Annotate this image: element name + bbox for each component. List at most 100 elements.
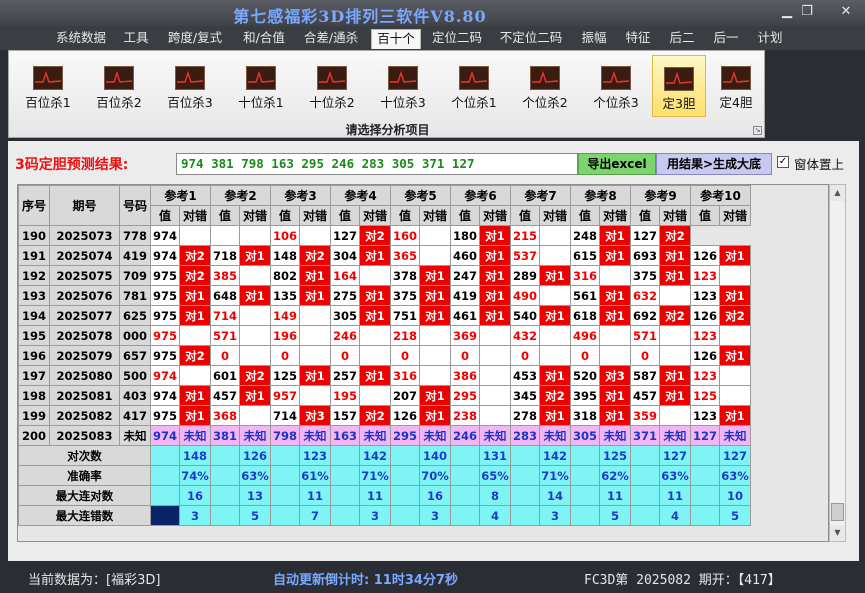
menu-sum[interactable]: 和/合值 [236, 29, 292, 49]
cell-value: 0 [390, 345, 420, 366]
export-excel-button[interactable]: 导出excel [578, 153, 656, 175]
stats-value: 61% [299, 465, 331, 486]
stats-value: 140 [419, 445, 451, 466]
stats-value: 131 [479, 445, 511, 466]
vertical-scrollbar[interactable]: ▲ ▼ [829, 184, 846, 542]
stats-spacer [570, 505, 600, 526]
menu-hundreds-tens-units[interactable]: 百十个 [371, 29, 421, 49]
cell-check: 对1 [539, 305, 571, 326]
header-group-5: 参考5 [390, 185, 451, 206]
menu-diff-kill[interactable]: 合差/通杀 [298, 29, 364, 49]
cell-value: 537 [510, 245, 540, 266]
scroll-down-icon[interactable]: ▼ [830, 525, 845, 541]
row-seq: 199 [18, 405, 50, 426]
row-number: 709 [119, 265, 151, 286]
cell-value: 975 [150, 285, 180, 306]
ribbon-hundreds-kill-1[interactable]: 百位杀1 [16, 55, 80, 117]
ribbon-units-kill-3[interactable]: 个位杀3 [584, 55, 648, 117]
cell-value: 457 [210, 385, 240, 406]
table-row[interactable]: 199 2025082 417 975 对1 368 714 对3 157 对2 126 对1 238 2… [18, 405, 751, 426]
stats-row: 准确率 74% 63% 61% 71% 70% 65% 71% 62% 63% 63% [18, 465, 751, 486]
ribbon-tens-kill-1[interactable]: 十位杀1 [229, 55, 293, 117]
cell-check [239, 265, 271, 286]
stats-value: 74% [179, 465, 211, 486]
cell-value: 0 [570, 345, 600, 366]
ribbon-units-kill-2[interactable]: 个位杀2 [513, 55, 577, 117]
table-row[interactable]: 198 2025081 403 974 对1 457 对1 957 195 207 对1 295 345… [18, 385, 751, 406]
cell-value: 975 [150, 265, 180, 286]
row-seq: 190 [18, 225, 50, 246]
scroll-up-icon[interactable]: ▲ [830, 185, 845, 201]
header-check: 对错 [539, 205, 571, 226]
table-row[interactable]: 191 2025074 419 974 对2 718 对1 148 对2 304 对1 365 460 对… [18, 245, 751, 266]
row-seq: 191 [18, 245, 50, 266]
ribbon-tens-kill-3[interactable]: 十位杀3 [371, 55, 435, 117]
cell-value: 123 [690, 365, 720, 386]
table-row[interactable]: 195 2025078 000 975 571 196 246 218 369 432 496 571… [18, 325, 751, 346]
table-row[interactable]: 193 2025076 781 975 对1 648 对1 135 对1 275 对1 375 对1 41… [18, 285, 751, 306]
minimize-icon[interactable]: ▁ [777, 4, 797, 20]
prediction-label: 3码定胆预测结果: [15, 157, 129, 173]
cell-value: 127 [690, 425, 720, 446]
menu-plan[interactable]: 计划 [752, 29, 788, 49]
prediction-result-field[interactable]: 974 381 798 163 295 246 283 305 371 127 [176, 153, 578, 175]
menu-span-compound[interactable]: 跨度/复式 [160, 29, 230, 49]
ribbon-launcher-icon[interactable]: ↘ [753, 126, 762, 135]
menu-tools[interactable]: 工具 [118, 29, 154, 49]
header-value: 值 [270, 205, 300, 226]
cell-value: 123 [690, 325, 720, 346]
cell-check: 未知 [359, 425, 391, 446]
cell-value: 571 [210, 325, 240, 346]
table-row[interactable]: 196 2025079 657 975 对2 0 0 0 0 0 0 0 0 126 对1 [18, 345, 751, 366]
menu-features[interactable]: 特征 [620, 29, 656, 49]
table-row[interactable]: 192 2025075 709 975 对2 385 802 对1 164 378 对1 247 对1 2… [18, 265, 751, 286]
maximize-icon[interactable]: ❐ [797, 4, 817, 20]
cell-check: 未知 [599, 425, 631, 446]
ribbon-fix-4-gall[interactable]: 定4胆 [709, 55, 763, 117]
cell-check [719, 385, 751, 406]
row-number: 625 [119, 305, 151, 326]
menu-position-two[interactable]: 定位二码 [428, 29, 486, 49]
menu-system-data[interactable]: 系统数据 [48, 29, 114, 49]
ribbon-fix-3-gall[interactable]: 定3胆 [652, 55, 706, 117]
cell-check: 对1 [479, 285, 511, 306]
ribbon-tens-kill-2[interactable]: 十位杀2 [300, 55, 364, 117]
cell-value: 693 [630, 245, 660, 266]
window-on-top-checkbox[interactable]: ✓ [777, 156, 789, 168]
title-bar: 第七感福彩3D排列三软件V8.80 ▁ ❐ ✕ [0, 0, 865, 26]
scroll-thumb[interactable] [831, 503, 844, 521]
stats-spacer [390, 485, 420, 506]
table-row[interactable]: 194 2025077 625 975 对1 714 149 305 对1 751 对1 461 对1 5… [18, 305, 751, 326]
ribbon-units-kill-1[interactable]: 个位杀1 [442, 55, 506, 117]
cell-value: 601 [210, 365, 240, 386]
close-icon[interactable]: ✕ [836, 4, 856, 20]
cell-check: 对3 [299, 405, 331, 426]
current-data-status: 当前数据为：[福彩3D] [28, 573, 161, 588]
chart-icon [664, 67, 694, 91]
cell-check [479, 385, 511, 406]
menu-last-one[interactable]: 后一 [708, 29, 744, 49]
menu-nonposition-two[interactable]: 不定位二码 [495, 29, 567, 49]
cell-value: 751 [390, 305, 420, 326]
header-check: 对错 [719, 205, 751, 226]
analysis-table: 序号 期号 号码 参考1 参考2 参考3 参考4 参考5 参考6 参考7 参考8 参考9 参考10 值对错… [18, 185, 751, 526]
cell-value: 127 [630, 225, 660, 246]
cell-value: 0 [630, 345, 660, 366]
cell-check [659, 345, 691, 366]
cell-value [210, 225, 240, 246]
row-number: 000 [119, 325, 151, 346]
table-row[interactable]: 197 2025080 500 974 601 对2 125 对1 257 对1 316 386 453… [18, 365, 751, 386]
menu-amplitude[interactable]: 振幅 [576, 29, 612, 49]
cell-check: 对1 [719, 285, 751, 306]
ribbon-hundreds-kill-3[interactable]: 百位杀3 [158, 55, 222, 117]
stats-value: 63% [659, 465, 691, 486]
stats-value: 5 [599, 505, 631, 526]
row-seq: 193 [18, 285, 50, 306]
cell-check [359, 325, 391, 346]
cell-check: 未知 [719, 425, 751, 446]
ribbon-hundreds-kill-2[interactable]: 百位杀2 [87, 55, 151, 117]
table-row-pending[interactable]: 200 2025083 未知 974 未知 381 未知 798 未知 163 未知 295 未知 246… [18, 425, 751, 446]
generate-base-button[interactable]: 用结果>生成大底 [656, 153, 772, 175]
menu-last-two[interactable]: 后二 [664, 29, 700, 49]
table-row[interactable]: 190 2025073 778 974 106 127 对2 160 180 对1 215 248 对1… [18, 225, 751, 246]
